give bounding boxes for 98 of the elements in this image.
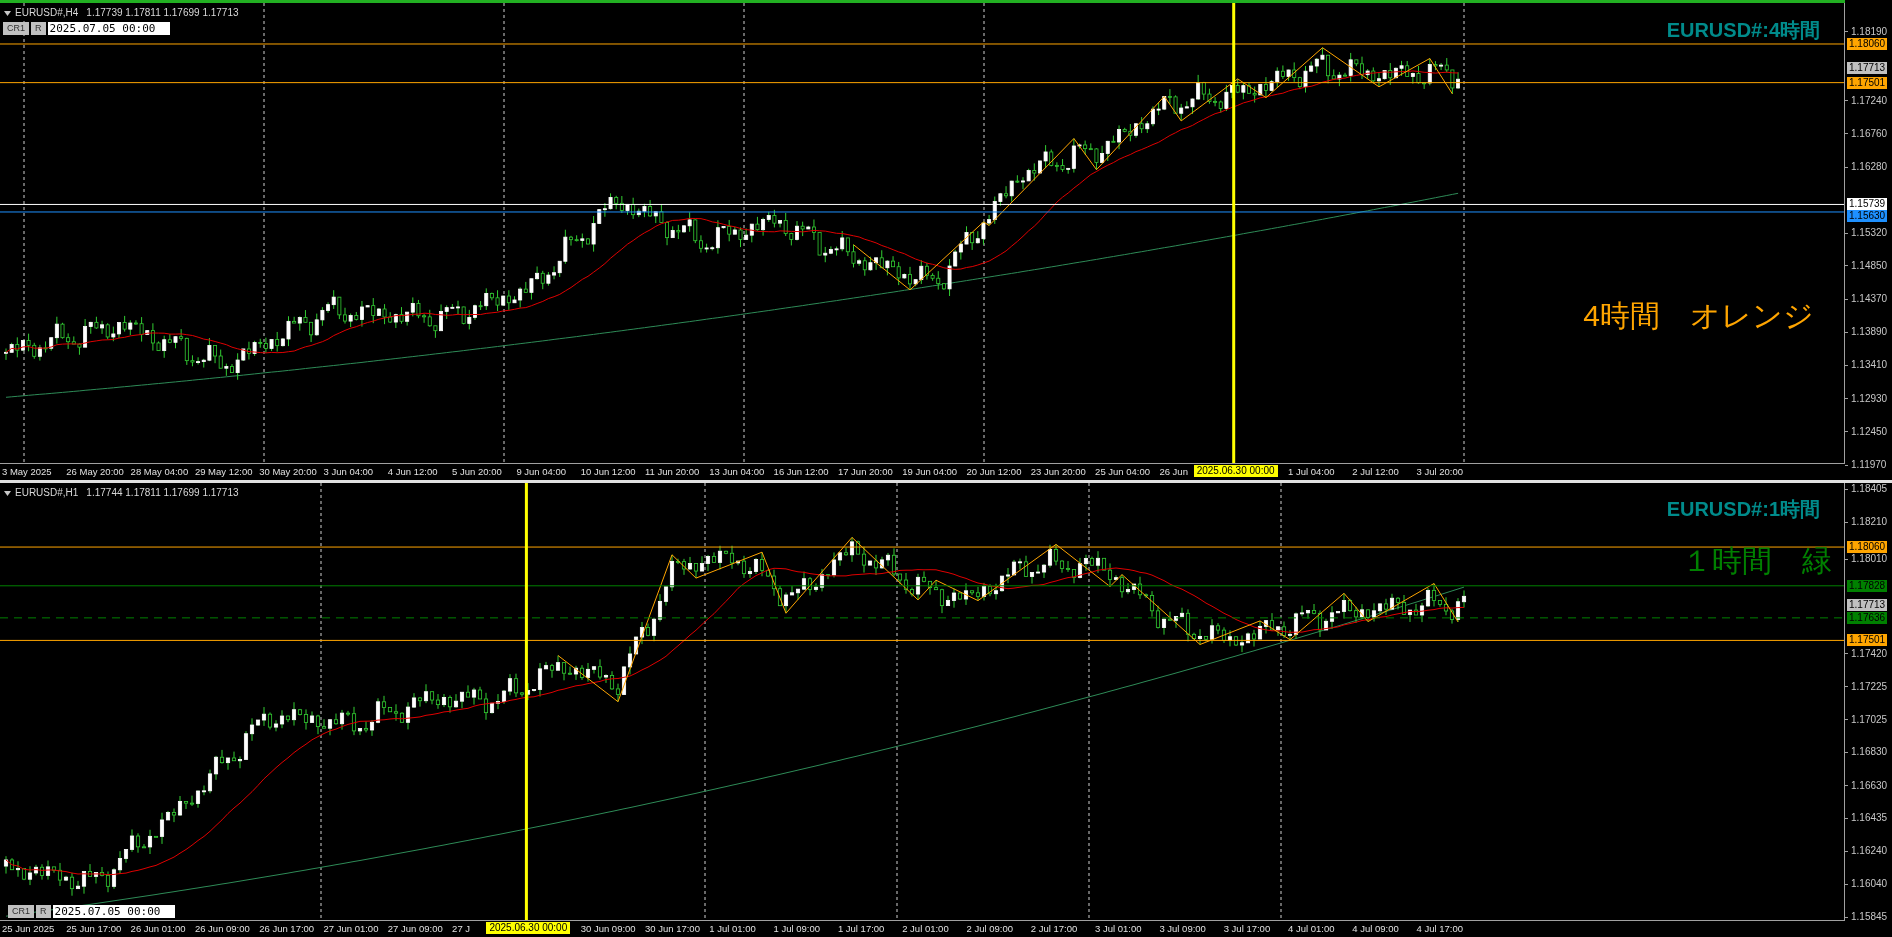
price-tick-label: 1.12450 [1851,425,1888,438]
price-tick-label: 1.18210 [1851,516,1888,528]
time-axis-label: 3 Jul 20:00 [1416,466,1464,477]
time-axis-label: 4 Jul 09:00 [1352,923,1399,934]
time-axis-label: 26 Jun 09:00 [194,923,250,934]
time-axis-label: 11 Jun 20:00 [645,466,700,477]
price-label: 1.17713 [1847,61,1888,74]
time-axis-label: 4 Jul 17:00 [1416,923,1464,934]
time-axis-label: 9 Jun 04:00 [516,466,567,477]
date-field[interactable]: 2025.07.05 00:00 [47,22,170,35]
time-axis-label: 3 Jul 17:00 [1223,923,1271,934]
time-axis-label: 25 Jun 17:00 [66,923,122,934]
chart-title: EURUSD#:4時間 [1666,18,1820,42]
price-label: 1.17501 [1847,634,1888,647]
price-tick-label: 1.18405 [1851,483,1888,496]
price-tick-label: 1.15320 [1851,227,1888,240]
crosshair-time-label: 2025.06.30 00:00 [1193,465,1278,477]
time-axis-label: 2 Jul 17:00 [1030,923,1078,934]
time-axis-label: 26 Jun [1159,466,1188,477]
price-tick-label: 1.17025 [1851,713,1888,726]
time-axis-label: 26 Jun 01:00 [130,923,186,934]
chart-button[interactable]: CR1 [3,22,29,35]
time-axis-label: 4 Jun 12:00 [387,466,438,477]
price-label: 1.17501 [1847,76,1888,89]
chart-button[interactable]: CR1 [8,905,34,918]
price-tick-label: 1.13890 [1851,326,1888,339]
price-label: 1.15739 [1847,198,1888,211]
time-axis-label: 20 Jun 12:00 [966,466,1022,477]
time-axis-label: 23 Jun 20:00 [1030,466,1086,477]
price-tick-label: 1.14850 [1851,259,1888,272]
price-label: 1.17713 [1847,599,1888,611]
time-axis-label: 1 Jul 04:00 [1288,466,1335,477]
time-axis-label: 30 May 20:00 [259,466,317,477]
time-axis-label: 1 Jul 09:00 [773,923,821,934]
time-axis-label: 3 May 2025 [2,466,52,477]
price-tick-label: 1.16830 [1851,746,1888,759]
price-tick-label: 1.16630 [1851,779,1888,792]
price-tick-label: 1.15845 [1851,911,1888,923]
time-axis-label: 27 Jun 09:00 [387,923,443,934]
time-axis-label: 25 Jun 04:00 [1095,466,1151,477]
time-axis-label: 26 May 20:00 [66,466,124,477]
price-level-line[interactable] [0,82,1844,84]
time-axis-label: 2 Jul 12:00 [1352,466,1399,477]
time-axis-label: 19 Jun 04:00 [902,466,958,477]
price-tick-label: 1.17420 [1851,647,1888,660]
time-axis-label: 2 Jul 09:00 [966,923,1013,934]
price-tick-label: 1.16240 [1851,845,1888,857]
price-tick-label: 1.13410 [1851,359,1888,372]
time-axis-label: 16 Jun 12:00 [773,466,829,477]
time-axis-label: 5 Jun 20:00 [452,466,502,477]
time-axis-label: 3 Jul 09:00 [1159,923,1206,934]
crosshair-time-label: 2025.06.30 00:00 [486,922,571,934]
chart-button[interactable]: R [31,22,46,35]
price-tick-label: 1.12930 [1851,392,1888,405]
price-tick-label: 1.17225 [1851,680,1888,693]
price-label: 1.17636 [1847,611,1888,624]
price-tick-label: 1.16760 [1851,127,1888,140]
price-tick-label: 1.18010 [1851,553,1888,566]
price-label: 1.18060 [1847,38,1888,50]
chart-title: EURUSD#:1時間 [1666,497,1820,521]
price-label: 1.18060 [1847,541,1888,554]
time-axis-label: 1 Jul 01:00 [709,923,756,934]
price-tick-label: 1.14370 [1851,293,1888,306]
price-tick-label: 1.16280 [1851,161,1888,174]
time-axis-label: 29 May 12:00 [194,466,253,477]
price-tick-label: 1.16040 [1851,878,1888,891]
time-axis-label: 3 Jul 01:00 [1095,923,1142,934]
time-axis-label: 30 Jun 17:00 [645,923,700,934]
ohlc-values: 1.17744 1.17811 1.17699 1.17713 [86,487,239,499]
time-axis-label: 3 Jun 04:00 [323,466,374,477]
time-axis-label: 25 Jun 2025 [2,923,55,934]
ohlc-values: 1.17739 1.17811 1.17699 1.17713 [86,7,239,19]
time-axis-label: 30 Jun 09:00 [580,923,636,934]
chart-note: １時間 緑 [1682,545,1832,577]
chart-symbol: EURUSD#,H4 [15,7,79,19]
dropdown-triangle-icon[interactable] [4,490,11,496]
price-label: 1.17828 [1847,579,1888,592]
price-tick-label: 1.16435 [1851,812,1888,825]
time-axis-label: 1 Jul 17:00 [837,923,885,934]
time-axis-label: 2 Jul 01:00 [902,923,949,934]
date-field[interactable]: 2025.07.05 00:00 [52,905,175,918]
time-axis-label: 26 Jun 17:00 [259,923,315,934]
price-level-line[interactable] [0,639,1844,641]
time-axis-label: 17 Jun 20:00 [837,466,893,477]
time-axis-label: 10 Jun 12:00 [580,466,636,477]
price-tick-label: 1.11970 [1851,459,1887,471]
price-tick-label: 1.17240 [1851,94,1888,107]
price-label: 1.15630 [1847,210,1888,223]
time-axis-label: 27 J [452,923,471,934]
time-axis-label: 28 May 04:00 [130,466,189,477]
price-tick-label: 1.18190 [1851,26,1888,38]
chart-symbol: EURUSD#,H1 [15,487,79,499]
time-axis-label: 4 Jul 01:00 [1288,923,1335,934]
chart-note: 4時間 オレンジ [1583,300,1814,332]
dropdown-triangle-icon[interactable] [4,10,11,16]
time-axis-label: 27 Jun 01:00 [323,923,379,934]
time-axis-label: 13 Jun 04:00 [709,466,765,477]
chart-button[interactable]: R [36,905,51,918]
